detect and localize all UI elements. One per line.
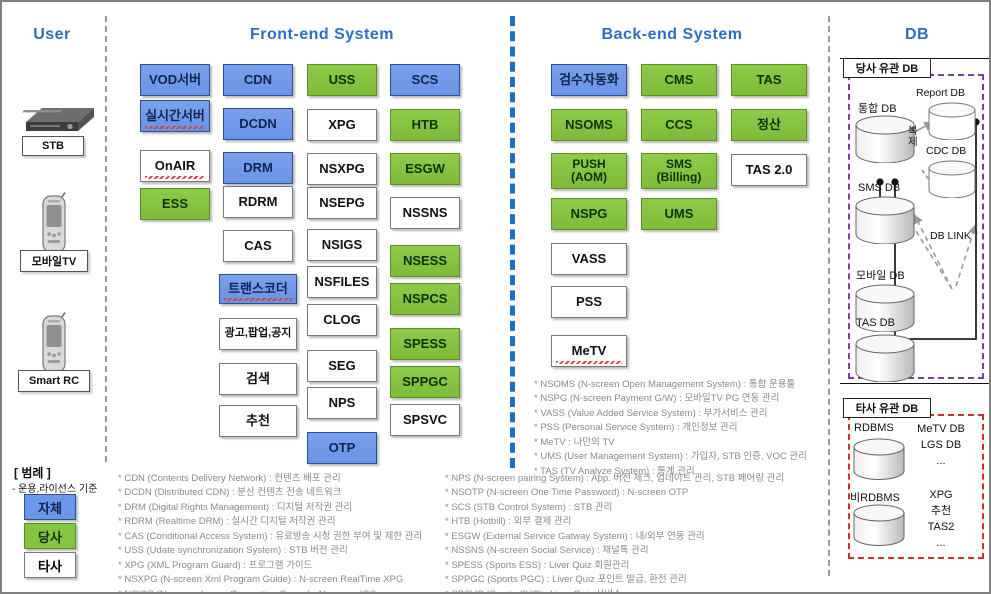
node-esgw[interactable]: ESGW bbox=[390, 153, 460, 185]
node-search[interactable]: 검색 bbox=[219, 363, 297, 395]
divider-backend-db bbox=[828, 16, 830, 576]
node-uss[interactable]: USS bbox=[307, 64, 377, 96]
node-sppgc[interactable]: SPPGC bbox=[390, 366, 460, 398]
db-label-report: Report DB bbox=[916, 87, 966, 99]
db-cylinder-rdbms bbox=[852, 438, 906, 485]
db-label-cdc: CDC DB bbox=[926, 145, 967, 157]
node-xpg[interactable]: XPG bbox=[307, 109, 377, 141]
legend-subtitle: - 운용,라이선스 기준 bbox=[12, 484, 98, 495]
db-external-items-rdbms: MeTV DB LGS DB ... bbox=[917, 423, 965, 467]
node-pss[interactable]: PSS bbox=[551, 286, 627, 318]
legend-chip-self: 자체 bbox=[24, 494, 76, 520]
node-cms[interactable]: CMS bbox=[641, 64, 717, 96]
node-otp[interactable]: OTP bbox=[307, 432, 377, 464]
section-title-user: User bbox=[33, 26, 71, 43]
db-cylinder-non-rdbms bbox=[852, 504, 906, 551]
node-sms-billing[interactable]: SMS (Billing) bbox=[641, 153, 717, 189]
legend-title: [ 범례 ] bbox=[14, 466, 51, 480]
node-nspcs[interactable]: NSPCS bbox=[390, 283, 460, 315]
node-spess[interactable]: SPESS bbox=[390, 328, 460, 360]
db-cylinder-integrated bbox=[854, 115, 916, 168]
node-nssns[interactable]: NSSNS bbox=[390, 197, 460, 229]
node-rdrm[interactable]: RDRM bbox=[223, 186, 293, 218]
section-title-db: DB bbox=[904, 26, 930, 43]
node-nps[interactable]: NPS bbox=[307, 387, 377, 419]
node-nsxpg[interactable]: NSXPG bbox=[307, 153, 377, 185]
db-cylinder-report bbox=[927, 102, 977, 145]
node-cas[interactable]: CAS bbox=[223, 230, 293, 262]
node-clog[interactable]: CLOG bbox=[307, 304, 377, 336]
node-ccs[interactable]: CCS bbox=[641, 109, 717, 141]
divider-user-frontend bbox=[105, 16, 107, 462]
section-title-backend: Back-end System bbox=[601, 26, 743, 43]
node-htb[interactable]: HTB bbox=[390, 109, 460, 141]
node-nspg[interactable]: NSPG bbox=[551, 198, 627, 230]
node-vod-server[interactable]: VOD서버 bbox=[140, 64, 210, 96]
node-inspection-automation[interactable]: 검수자동화 bbox=[551, 64, 627, 96]
db-cylinder-mobile bbox=[854, 284, 916, 337]
node-settlement[interactable]: 정산 bbox=[731, 109, 807, 141]
db-external-items-non-rdbms: XPG 추천 TAS2 ... bbox=[927, 489, 955, 549]
architecture-diagram: User Front-end System Back-end System DB… bbox=[0, 0, 991, 594]
frontend-notes: * CDN (Contents Delivery Network) : 컨텐츠 … bbox=[118, 473, 423, 594]
node-scs[interactable]: SCS bbox=[390, 64, 460, 96]
node-ad-popup-notice[interactable]: 광고,팝업,공지 bbox=[219, 318, 297, 350]
db-cylinder-tas bbox=[854, 334, 916, 387]
backend-notes-right: * NPS (N-screen pairing System) : App. 버… bbox=[445, 473, 785, 594]
db-label-sms: SMS DB bbox=[858, 182, 901, 194]
legend-chip-other: 타사 bbox=[24, 552, 76, 578]
node-nsoms[interactable]: NSOMS bbox=[551, 109, 627, 141]
node-onair[interactable]: OnAIR bbox=[140, 150, 210, 182]
node-ums[interactable]: UMS bbox=[641, 198, 717, 230]
device-label-mobile-tv: 모바일TV bbox=[20, 250, 88, 272]
db-external-caption: 타사 유관 DB bbox=[843, 398, 931, 418]
backend-notes: * NSOMS (N-screen Open Management System… bbox=[534, 379, 807, 477]
node-spsvc[interactable]: SPSVC bbox=[390, 404, 460, 436]
db-label-integrated: 통합 DB bbox=[858, 103, 897, 115]
node-metv[interactable]: MeTV bbox=[551, 335, 627, 367]
node-vass[interactable]: VASS bbox=[551, 243, 627, 275]
node-nsepg[interactable]: NSEPG bbox=[307, 187, 377, 219]
device-label-stb: STB bbox=[22, 136, 84, 156]
node-transcoder[interactable]: 트랜스코더 bbox=[219, 274, 297, 304]
db-label-mobile: 모바일 DB bbox=[856, 270, 905, 282]
node-nsfiles[interactable]: NSFILES bbox=[307, 266, 377, 298]
db-label-non-rdbms: 비RDBMS bbox=[850, 492, 900, 504]
db-label-rdbms: RDBMS bbox=[854, 422, 894, 434]
node-nsess[interactable]: NSESS bbox=[390, 245, 460, 277]
db-annotation-db-link: DB LINK bbox=[930, 230, 971, 242]
node-realtime-server[interactable]: 실시간서버 bbox=[140, 100, 210, 132]
node-nsigs[interactable]: NSIGS bbox=[307, 229, 377, 261]
node-drm[interactable]: DRM bbox=[223, 152, 293, 184]
device-label-smart-rc: Smart RC bbox=[18, 370, 90, 392]
node-push-aom[interactable]: PUSH (AOM) bbox=[551, 153, 627, 189]
node-cdn[interactable]: CDN bbox=[223, 64, 293, 96]
node-ess[interactable]: ESS bbox=[140, 188, 210, 220]
node-dcdn[interactable]: DCDN bbox=[223, 108, 293, 140]
db-label-tas: TAS DB bbox=[856, 317, 895, 329]
node-recommend[interactable]: 추천 bbox=[219, 405, 297, 437]
node-tas-2-0[interactable]: TAS 2.0 bbox=[731, 154, 807, 186]
section-title-frontend: Front-end System bbox=[249, 26, 394, 43]
db-annotation-replication: 복 제 bbox=[908, 125, 918, 149]
db-cylinder-cdc bbox=[927, 160, 977, 203]
divider-frontend-backend bbox=[510, 16, 515, 468]
node-tas[interactable]: TAS bbox=[731, 64, 807, 96]
db-cylinder-sms bbox=[854, 196, 916, 249]
legend-chip-ours: 당사 bbox=[24, 523, 76, 549]
node-seg[interactable]: SEG bbox=[307, 350, 377, 382]
